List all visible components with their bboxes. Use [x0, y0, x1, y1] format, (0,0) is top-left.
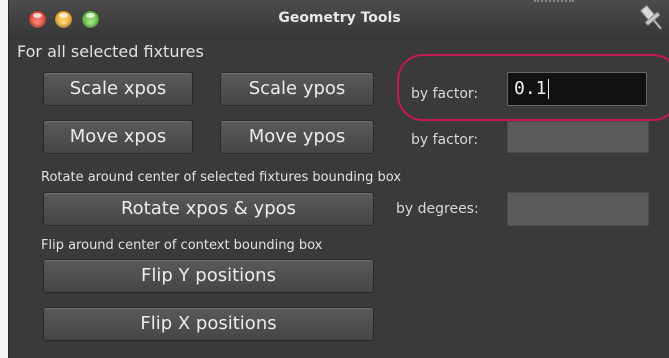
text-caret — [547, 79, 549, 99]
rotate-xpos-ypos-button[interactable]: Rotate xpos & ypos — [43, 192, 374, 226]
scale-factor-input[interactable]: 0.1 — [507, 72, 647, 106]
move-factor-input[interactable] — [507, 121, 649, 153]
section-label-flip: Flip around center of context bounding b… — [41, 238, 323, 253]
move-xpos-button[interactable]: Move xpos — [43, 120, 193, 154]
scale-ypos-button[interactable]: Scale ypos — [220, 72, 374, 106]
pin-icon[interactable] — [638, 2, 666, 34]
scale-factor-value: 0.1 — [514, 78, 547, 99]
window-title: Geometry Tools — [278, 10, 401, 26]
title-bar[interactable]: Geometry Tools — [9, 0, 669, 40]
flip-y-positions-button[interactable]: Flip Y positions — [43, 259, 374, 293]
scale-factor-label: by factor: — [411, 86, 479, 102]
degrees-label: by degrees: — [396, 201, 479, 217]
move-factor-label: by factor: — [411, 132, 479, 148]
scale-xpos-button[interactable]: Scale xpos — [43, 72, 193, 106]
degrees-input[interactable] — [507, 192, 649, 226]
resize-grip — [534, 0, 574, 5]
move-ypos-button[interactable]: Move ypos — [220, 120, 374, 154]
geometry-tools-window: Geometry Tools For all selected fixtures… — [8, 0, 669, 358]
flip-x-positions-button[interactable]: Flip X positions — [43, 307, 374, 341]
section-label-selected-fixtures: For all selected fixtures — [17, 42, 204, 61]
section-label-rotate: Rotate around center of selected fixture… — [41, 170, 402, 185]
